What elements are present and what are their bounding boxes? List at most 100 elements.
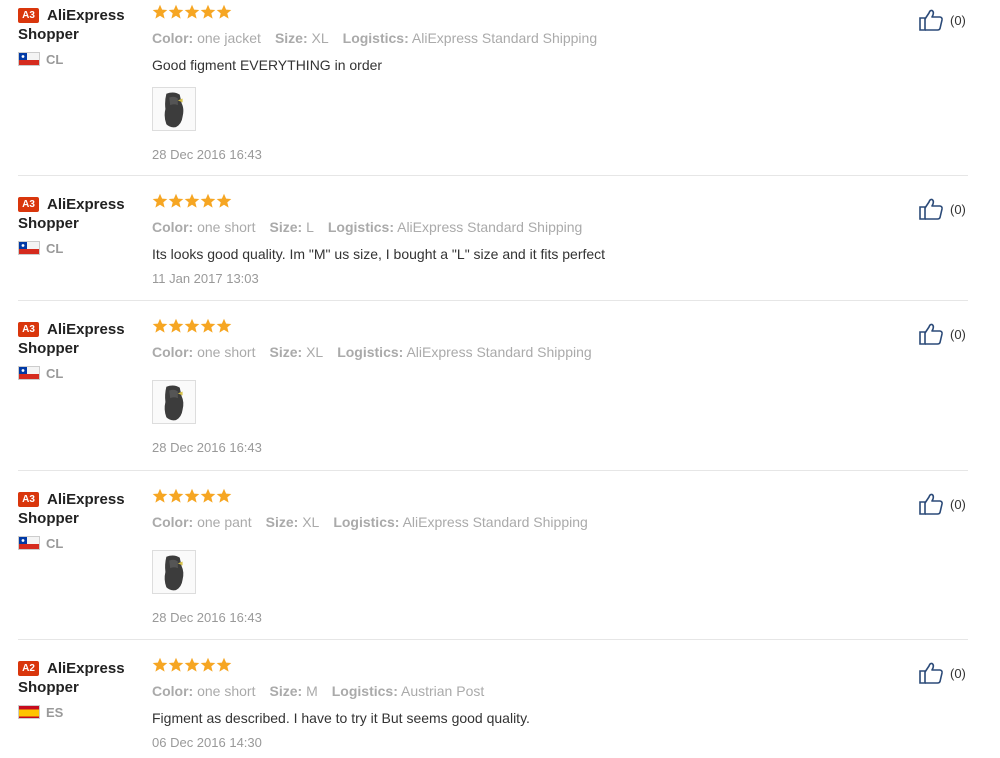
review-text: Figment as described. I have to try it B… <box>152 710 530 726</box>
star-icon <box>200 488 216 504</box>
review-photo-thumbnail[interactable] <box>152 87 196 131</box>
color-label: Color: <box>152 344 194 360</box>
thumbs-up-icon[interactable] <box>918 8 944 32</box>
order-attributes: Color: one jacket Size: XL Logistics: AliE… <box>152 30 892 48</box>
review-content: Color: one short Size: XL Logistics: AliEx… <box>152 318 892 456</box>
review-photo-thumbnail[interactable] <box>152 380 196 424</box>
color-value: one short <box>197 683 256 699</box>
helpful-button[interactable]: (0) <box>918 661 966 685</box>
country-code: CL <box>46 365 64 381</box>
star-icon <box>152 4 168 20</box>
reviewer-name: AliExpress <box>47 320 125 338</box>
thumbs-up-icon[interactable] <box>918 197 944 221</box>
reviewer-country: CL <box>18 365 146 381</box>
logistics-value: AliExpress Standard Shipping <box>397 219 583 235</box>
flag-chile-icon <box>18 366 40 380</box>
reviewer-name-line2: Shopper <box>18 510 79 527</box>
helpful-button[interactable]: (0) <box>918 322 966 346</box>
review-text: Its looks good quality. Im "M" us size, … <box>152 246 606 262</box>
review-content: Color: one pant Size: XL Logistics: AliExp… <box>152 488 892 626</box>
thumbs-up-icon[interactable] <box>918 492 944 516</box>
review-photo-thumbnail[interactable] <box>152 550 196 594</box>
star-rating <box>152 488 892 506</box>
reviewer-name-row: A3 AliExpress <box>18 4 146 26</box>
country-code: CL <box>46 240 64 256</box>
helpful-button[interactable]: (0) <box>918 8 966 32</box>
thumbs-up-icon[interactable] <box>918 322 944 346</box>
star-icon <box>152 318 168 334</box>
thumbs-up-icon[interactable] <box>918 661 944 685</box>
review-content: Color: one short Size: L Logistics: AliExp… <box>152 193 892 287</box>
size-label: Size: <box>274 30 308 46</box>
star-icon <box>200 318 216 334</box>
size-label: Size: <box>269 219 303 235</box>
star-icon <box>168 193 184 209</box>
reviewer-name-line2: Shopper <box>18 215 79 232</box>
size-label: Size: <box>265 514 299 530</box>
buyer-level-badge: A3 <box>18 321 39 337</box>
country-code: CL <box>46 535 64 551</box>
size-value: XL <box>306 344 324 360</box>
star-icon <box>168 4 184 20</box>
star-rating <box>152 4 892 22</box>
helpful-count: (0) <box>950 326 966 342</box>
star-icon <box>216 488 232 504</box>
order-attributes: Color: one short Size: L Logistics: AliExp… <box>152 219 892 237</box>
logistics-label: Logistics: <box>331 683 398 699</box>
size-value: M <box>306 683 318 699</box>
logistics-label: Logistics: <box>327 219 394 235</box>
reviewer-name: AliExpress <box>47 490 125 508</box>
star-icon <box>184 4 200 20</box>
size-label: Size: <box>269 683 303 699</box>
star-rating <box>152 657 892 675</box>
review-date: 28 Dec 2016 16:43 <box>152 440 262 455</box>
logistics-label: Logistics: <box>337 344 404 360</box>
review-text: Good figment EVERYTHING in order <box>152 57 383 73</box>
logistics-value: AliExpress Standard Shipping <box>411 30 598 46</box>
reviewer-country: CL <box>18 51 146 67</box>
review-date: 11 Jan 2017 13:03 <box>152 271 259 286</box>
star-icon <box>184 657 200 673</box>
color-value: one short <box>197 344 256 360</box>
star-icon <box>200 657 216 673</box>
flag-spain-icon <box>18 705 40 719</box>
logistics-value: Austrian Post <box>400 683 485 699</box>
helpful-button[interactable]: (0) <box>918 197 966 221</box>
review-date: 28 Dec 2016 16:43 <box>152 147 262 162</box>
reviewer-name: AliExpress <box>47 195 125 213</box>
reviewer-name-line2: Shopper <box>18 679 79 696</box>
reviewer-name-row: A3 AliExpress <box>18 193 146 215</box>
size-value: XL <box>302 514 320 530</box>
reviewer-name-line2: Shopper <box>18 26 79 43</box>
star-icon <box>200 4 216 20</box>
review-divider <box>18 470 968 471</box>
order-attributes: Color: one short Size: M Logistics: Austri… <box>152 683 892 701</box>
star-icon <box>200 193 216 209</box>
helpful-count: (0) <box>950 12 966 28</box>
buyer-level-badge: A3 <box>18 196 39 212</box>
review-date: 28 Dec 2016 16:43 <box>152 610 262 625</box>
reviewer-name-row: A2 AliExpress <box>18 657 146 679</box>
buyer-level-badge: A3 <box>18 491 39 507</box>
review-content: Color: one short Size: M Logistics: Austri… <box>152 657 892 751</box>
review-divider <box>18 300 968 301</box>
country-code: CL <box>46 51 64 67</box>
helpful-count: (0) <box>950 201 966 217</box>
reviewer-info: A3 AliExpress Shopper CL <box>18 4 146 67</box>
helpful-count: (0) <box>950 496 966 512</box>
star-icon <box>168 488 184 504</box>
buyer-level-badge: A3 <box>18 7 39 23</box>
color-value: one short <box>197 219 256 235</box>
reviewer-country: ES <box>18 704 146 720</box>
logistics-value: AliExpress Standard Shipping <box>406 344 592 360</box>
logistics-value: AliExpress Standard Shipping <box>402 514 588 530</box>
star-icon <box>152 488 168 504</box>
helpful-button[interactable]: (0) <box>918 492 966 516</box>
color-label: Color: <box>152 514 194 530</box>
review-content: Color: one jacket Size: XL Logistics: AliE… <box>152 4 892 163</box>
reviewer-country: CL <box>18 535 146 551</box>
star-icon <box>184 488 200 504</box>
flag-chile-icon <box>18 241 40 255</box>
reviewer-name: AliExpress <box>47 659 125 677</box>
size-value: L <box>306 219 314 235</box>
